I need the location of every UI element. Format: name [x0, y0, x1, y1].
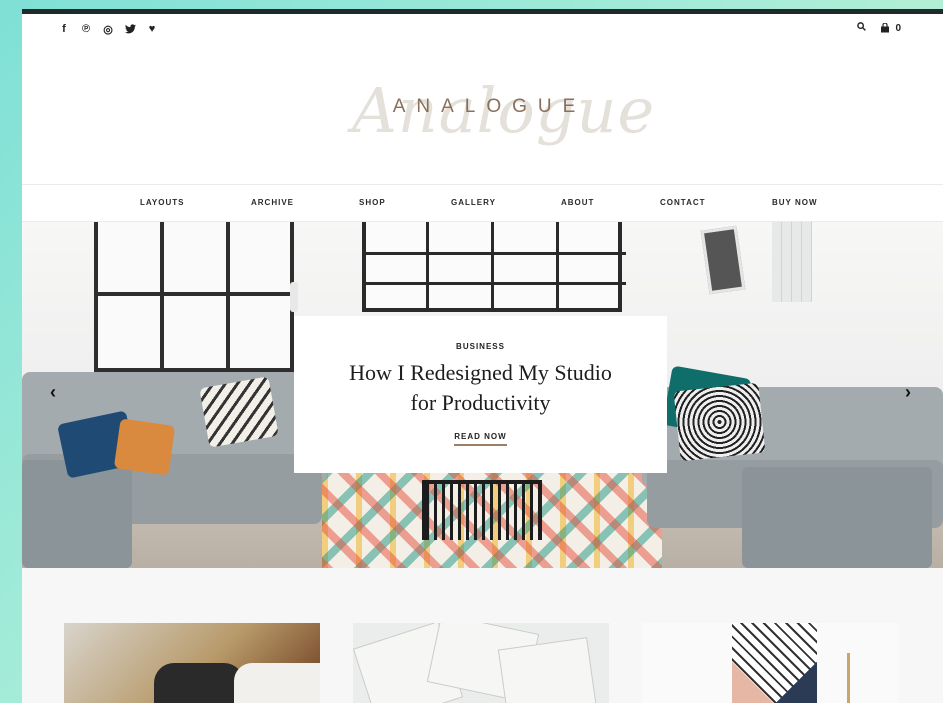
heart-icon[interactable]: ♥: [146, 22, 158, 36]
read-now-link[interactable]: READ NOW: [294, 432, 667, 441]
social-links: f ℗ ◎ ♥: [58, 22, 158, 36]
cart-button[interactable]: 0: [880, 23, 901, 34]
cart-count: 0: [895, 22, 901, 34]
hero-image-window: [94, 222, 298, 372]
blog-page: f ℗ ◎ ♥ 0 Analogue ANALOGUE LAYOUTS ARCH…: [22, 14, 943, 703]
chevron-left-icon[interactable]: ‹: [44, 380, 62, 404]
header-tools: 0: [857, 22, 901, 34]
site-logo[interactable]: Analogue ANALOGUE: [22, 74, 943, 147]
logo-text: ANALOGUE: [392, 96, 587, 117]
read-now-underline: [454, 444, 507, 446]
shopping-bag-icon: [881, 23, 890, 33]
twitter-icon[interactable]: [124, 22, 136, 36]
instagram-icon[interactable]: ◎: [102, 22, 114, 36]
nav-item-layouts[interactable]: LAYOUTS: [140, 198, 185, 207]
nav-item-archive[interactable]: ARCHIVE: [251, 198, 294, 207]
nav-item-shop[interactable]: SHOP: [359, 198, 386, 207]
post-title[interactable]: How I Redesigned My Studio for Productiv…: [294, 358, 667, 418]
post-category[interactable]: BUSINESS: [294, 342, 667, 351]
site-header: f ℗ ◎ ♥ 0 Analogue ANALOGUE: [22, 14, 943, 184]
facebook-icon[interactable]: f: [58, 22, 70, 36]
post-card-thumbnail[interactable]: [642, 623, 898, 703]
nav-item-gallery[interactable]: GALLERY: [451, 198, 496, 207]
nav-item-contact[interactable]: CONTACT: [660, 198, 706, 207]
featured-post-card: BUSINESS How I Redesigned My Studio for …: [294, 316, 667, 473]
pinterest-icon[interactable]: ℗: [80, 22, 92, 36]
main-nav: LAYOUTS ARCHIVE SHOP GALLERY ABOUT CONTA…: [22, 184, 943, 222]
hero-slider: BUSINESS How I Redesigned My Studio for …: [22, 222, 943, 568]
post-card-thumbnail[interactable]: [64, 623, 320, 703]
post-card-thumbnail[interactable]: [353, 623, 609, 703]
post-grid: [22, 568, 943, 703]
search-icon[interactable]: [857, 22, 867, 34]
nav-item-buy-now[interactable]: BUY NOW: [772, 198, 818, 207]
nav-item-about[interactable]: ABOUT: [561, 198, 594, 207]
chevron-right-icon[interactable]: ›: [899, 380, 917, 404]
